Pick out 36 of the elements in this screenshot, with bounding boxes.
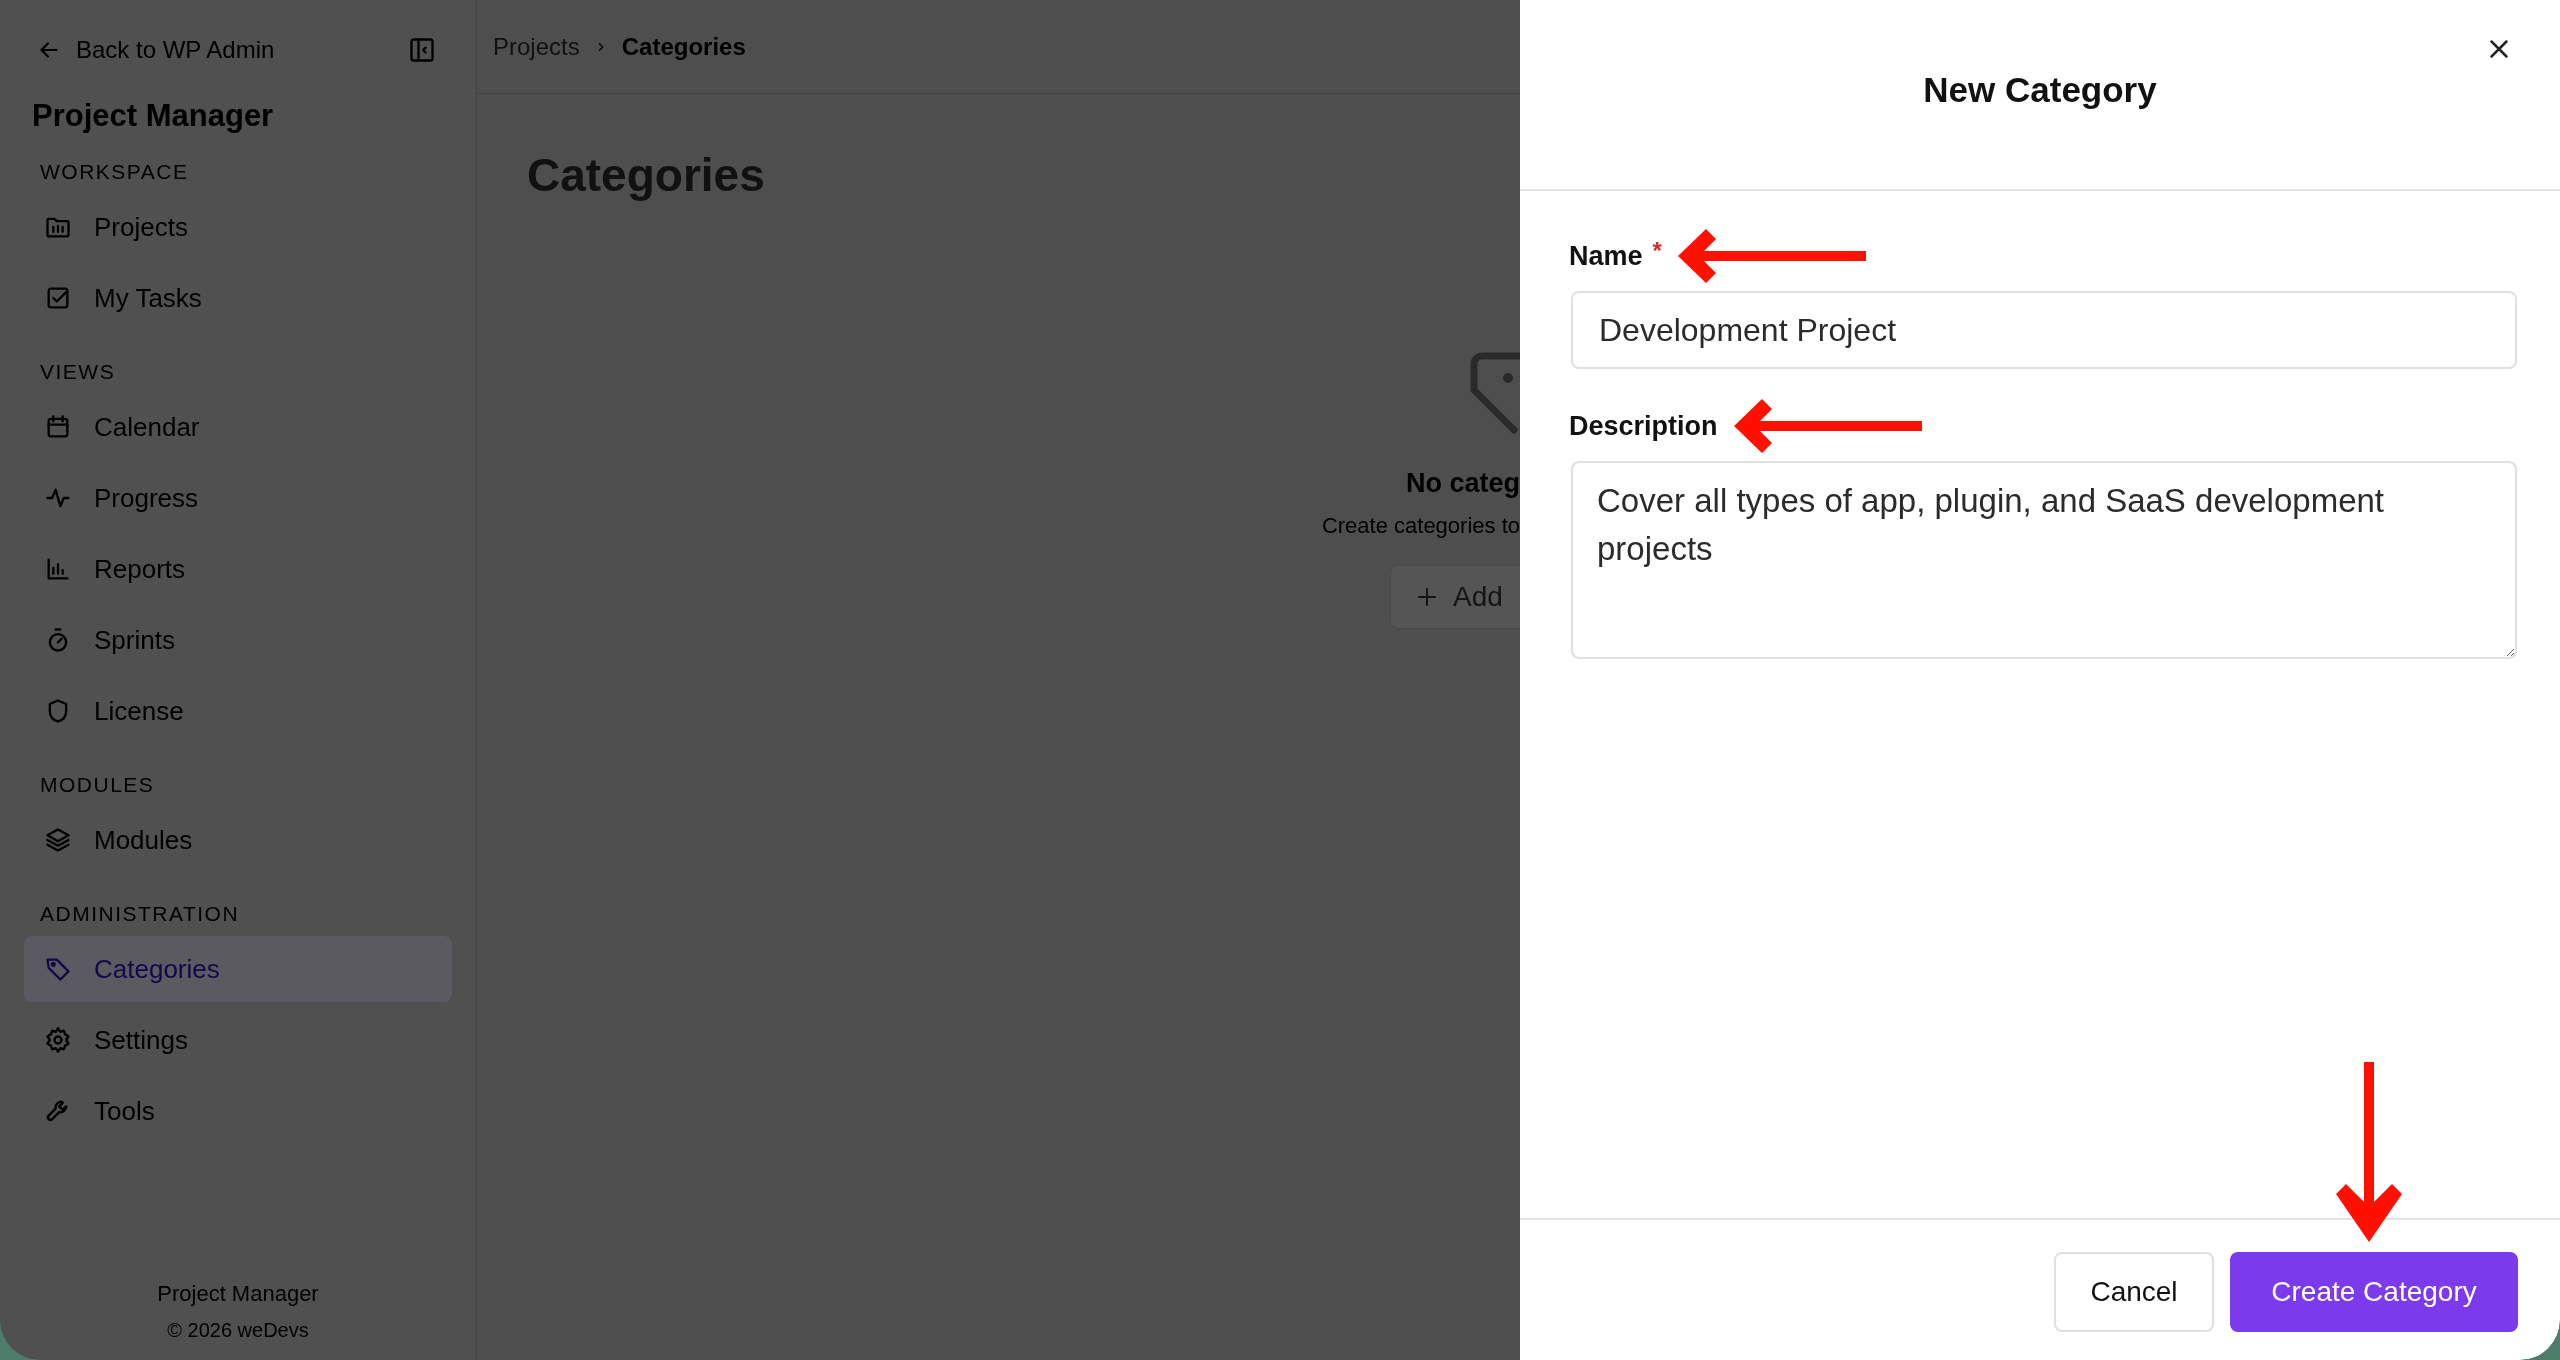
- sidebar-collapse-icon[interactable]: [408, 36, 436, 64]
- cancel-button[interactable]: Cancel: [2054, 1252, 2214, 1332]
- sidebar-item[interactable]: Tools: [24, 1078, 452, 1144]
- sidebar-item[interactable]: My Tasks: [24, 265, 452, 331]
- breadcrumb-link[interactable]: Projects: [493, 32, 580, 61]
- layers-icon: [44, 826, 72, 854]
- dialog-title: New Category: [1923, 70, 2157, 111]
- empty-state-text: Create categories to: [1321, 513, 1520, 539]
- description-textarea[interactable]: Cover all types of app, plugin, and SaaS development projects: [1571, 461, 2517, 659]
- sidebar-item[interactable]: Settings: [24, 1007, 452, 1073]
- create-category-button[interactable]: Create Category: [2230, 1252, 2518, 1332]
- footer-app-name: Project Manager: [157, 1281, 319, 1307]
- sidebar-item[interactable]: Reports: [24, 536, 452, 602]
- add-category-button[interactable]: Add: [1390, 565, 1520, 629]
- sidebar-item[interactable]: License: [24, 678, 452, 744]
- app-title: Project Manager: [32, 98, 275, 134]
- sidebar-item[interactable]: Modules: [24, 807, 452, 873]
- sidebar-item[interactable]: Progress: [24, 465, 452, 531]
- plus-icon: [1415, 585, 1439, 609]
- sidebar-item[interactable]: Sprints: [24, 607, 452, 673]
- section-heading: MODULES: [40, 773, 156, 797]
- empty-state-title: No categ: [1405, 468, 1520, 499]
- section-heading: VIEWS: [40, 360, 117, 384]
- settings-icon: [44, 1026, 72, 1054]
- sidebar-item[interactable]: Categories: [24, 936, 452, 1002]
- required-asterisk: *: [1652, 237, 1662, 265]
- section-heading: ADMINISTRATION: [40, 902, 241, 926]
- back-link[interactable]: Back to WP Admin: [36, 36, 275, 64]
- sidebar-item[interactable]: Projects: [24, 194, 452, 260]
- field-label: Description: [1569, 410, 1718, 442]
- text-input[interactable]: Development Project: [1571, 291, 2517, 369]
- sidebar-item[interactable]: Calendar: [24, 394, 452, 460]
- page-title: Categories: [527, 148, 766, 202]
- copyright-text: © 2026 weDevs: [167, 1319, 309, 1342]
- field-label: Name: [1569, 240, 1643, 272]
- section-heading: WORKSPACE: [40, 160, 190, 184]
